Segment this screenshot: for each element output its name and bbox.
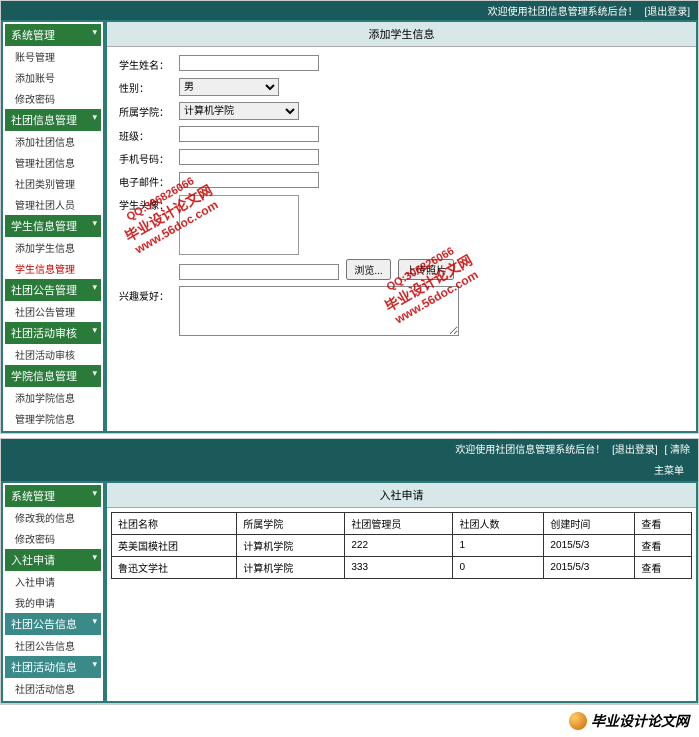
sidebar-item-club-members[interactable]: 管理社团人员 xyxy=(5,194,101,215)
sidebar-item-manage-club[interactable]: 管理社团信息 xyxy=(5,152,101,173)
sidebar-group-activity-review[interactable]: 社团活动审核▾ xyxy=(5,322,101,344)
chevron-down-icon: ▾ xyxy=(92,368,97,379)
table-header-row: 社团名称 所属学院 社团管理员 社团人数 创建时间 查看 xyxy=(112,513,692,535)
label-hobby: 兴趣爱好： xyxy=(119,286,179,303)
chevron-down-icon: ▾ xyxy=(92,218,97,229)
sidebar2-group-activity[interactable]: 社团活动信息▾ xyxy=(5,656,101,678)
sidebar-item-notice-mgmt[interactable]: 社团公告管理 xyxy=(5,301,101,322)
sidebar2-item-myinfo[interactable]: 修改我的信息 xyxy=(5,507,101,528)
panel-title: 添加学生信息 xyxy=(107,22,696,47)
top-bar-1: 欢迎使用社团信息管理系统后台！ [退出登录] xyxy=(1,1,698,20)
sidebar-group-college-info[interactable]: 学院信息管理▾ xyxy=(5,365,101,387)
sidebar-group-club-info[interactable]: 社团信息管理▾ xyxy=(5,109,101,131)
sidebar2-group-notice[interactable]: 社团公告信息▾ xyxy=(5,613,101,635)
col-count: 社团人数 xyxy=(453,513,544,535)
sidebar-item-change-pwd[interactable]: 修改密码 xyxy=(5,88,101,109)
sidebar-item-add-club[interactable]: 添加社团信息 xyxy=(5,131,101,152)
top-bar-2: 欢迎使用社团信息管理系统后台！ [退出登录] [ 清除 xyxy=(1,439,698,458)
label-class: 班级： xyxy=(119,126,179,143)
sidebar2-group-system[interactable]: 系统管理▾ xyxy=(5,485,101,507)
chevron-down-icon: ▾ xyxy=(92,659,97,670)
col-college: 所属学院 xyxy=(237,513,345,535)
sidebar2-item-apply[interactable]: 入社申请 xyxy=(5,571,101,592)
footer-logo-icon xyxy=(569,712,587,730)
col-admin: 社团管理员 xyxy=(345,513,453,535)
table-row: 鲁迅文学社 计算机学院 333 0 2015/5/3 查看 xyxy=(112,557,692,579)
view-link[interactable]: 查看 xyxy=(641,542,661,553)
sidebar-item-add-account[interactable]: 添加账号 xyxy=(5,67,101,88)
upload-button[interactable] xyxy=(398,259,454,280)
select-gender[interactable]: 男 xyxy=(179,78,279,96)
input-class[interactable] xyxy=(179,126,319,142)
col-time: 创建时间 xyxy=(544,513,635,535)
sidebar-item-add-student[interactable]: 添加学生信息 xyxy=(5,237,101,258)
logout-link[interactable]: [退出登录] xyxy=(644,7,690,18)
welcome-text: 欢迎使用社团信息管理系统后台！ xyxy=(488,7,638,18)
apply-table: 社团名称 所属学院 社团管理员 社团人数 创建时间 查看 英美国模社团 计算机学… xyxy=(111,512,692,579)
footer: 毕业设计论文网 xyxy=(0,704,699,737)
label-avatar: 学生头像： xyxy=(119,195,179,212)
label-phone: 手机号码： xyxy=(119,149,179,166)
chevron-down-icon: ▾ xyxy=(92,27,97,38)
sidebar-2: 系统管理▾ 修改我的信息 修改密码 入社申请▾ 入社申请 我的申请 社团公告信息… xyxy=(3,483,103,701)
main-menu-button[interactable]: 主菜单 xyxy=(646,460,692,479)
sidebar-item-activity-review[interactable]: 社团活动审核 xyxy=(5,344,101,365)
sidebar-group-system[interactable]: 系统管理▾ xyxy=(5,24,101,46)
textarea-hobby[interactable] xyxy=(179,286,459,336)
chevron-down-icon: ▾ xyxy=(92,325,97,336)
col-club-name: 社团名称 xyxy=(112,513,237,535)
clear-link[interactable]: [ 清除 xyxy=(664,445,690,456)
input-student-name[interactable] xyxy=(179,55,319,71)
chevron-down-icon: ▾ xyxy=(92,488,97,499)
welcome-text-2: 欢迎使用社团信息管理系统后台！ xyxy=(455,445,605,456)
table-title: 入社申请 xyxy=(107,483,696,508)
input-email[interactable] xyxy=(179,172,319,188)
sidebar-item-account-mgmt[interactable]: 账号管理 xyxy=(5,46,101,67)
chevron-down-icon: ▾ xyxy=(92,282,97,293)
sidebar2-item-activity[interactable]: 社团活动信息 xyxy=(5,678,101,699)
chevron-down-icon: ▾ xyxy=(92,112,97,123)
sidebar2-item-pwd[interactable]: 修改密码 xyxy=(5,528,101,549)
sidebar-item-student-mgmt[interactable]: 学生信息管理 xyxy=(5,258,101,279)
table-row: 英美国模社团 计算机学院 222 1 2015/5/3 查看 xyxy=(112,535,692,557)
view-link[interactable]: 查看 xyxy=(641,564,661,575)
sidebar-group-student-info[interactable]: 学生信息管理▾ xyxy=(5,215,101,237)
browse-button[interactable] xyxy=(346,259,390,280)
content-panel-1: 添加学生信息 学生姓名： 性别： 男 所属学院： 计算机学院 班级： xyxy=(107,22,696,431)
sidebar2-item-notice[interactable]: 社团公告信息 xyxy=(5,635,101,656)
input-phone[interactable] xyxy=(179,149,319,165)
avatar-preview xyxy=(179,195,299,255)
select-college[interactable]: 计算机学院 xyxy=(179,102,299,120)
sidebar-item-manage-college[interactable]: 管理学院信息 xyxy=(5,408,101,429)
col-view: 查看 xyxy=(635,513,692,535)
sidebar2-item-myapply[interactable]: 我的申请 xyxy=(5,592,101,613)
label-email: 电子邮件： xyxy=(119,172,179,189)
sidebar-group-notice[interactable]: 社团公告管理▾ xyxy=(5,279,101,301)
logout-link-2[interactable]: [退出登录] xyxy=(612,445,658,456)
content-panel-2: 入社申请 社团名称 所属学院 社团管理员 社团人数 创建时间 查看 xyxy=(107,483,696,701)
footer-text: 毕业设计论文网 xyxy=(591,711,689,731)
sidebar-1: 系统管理▾ 账号管理 添加账号 修改密码 社团信息管理▾ 添加社团信息 管理社团… xyxy=(3,22,103,431)
input-file-path[interactable] xyxy=(179,264,339,280)
sidebar2-group-apply[interactable]: 入社申请▾ xyxy=(5,549,101,571)
chevron-down-icon: ▾ xyxy=(92,552,97,563)
label-college: 所属学院： xyxy=(119,102,179,119)
sidebar-item-add-college[interactable]: 添加学院信息 xyxy=(5,387,101,408)
label-gender: 性别： xyxy=(119,78,179,95)
label-name: 学生姓名： xyxy=(119,55,179,72)
chevron-down-icon: ▾ xyxy=(92,616,97,627)
sidebar-item-club-category[interactable]: 社团类别管理 xyxy=(5,173,101,194)
